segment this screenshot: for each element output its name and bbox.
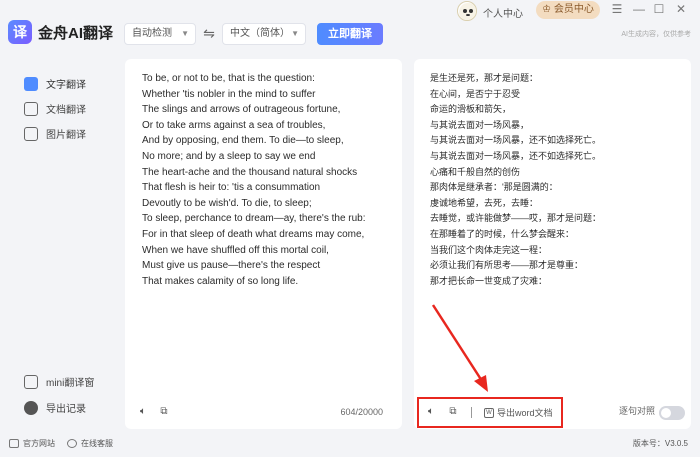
char-counter: 604/20000 bbox=[340, 407, 383, 417]
text-line: 是生还是死，那才是问题： bbox=[430, 73, 539, 83]
text-line: 那才把长命一世变成了灾难： bbox=[430, 275, 548, 286]
sidebar-item-text-translate[interactable]: 文字翻译 bbox=[24, 76, 86, 91]
text-line: To sleep, perchance to dream—ay, there's… bbox=[142, 213, 366, 225]
text-line: 命运的滑板和箭矢， bbox=[430, 104, 512, 115]
sidebar-item-mini-window[interactable]: mini翻译窗 bbox=[24, 374, 94, 389]
official-site-link[interactable]: 官方网站 bbox=[9, 438, 55, 449]
target-language-value: 中文（简体） bbox=[230, 28, 290, 39]
text-line: 虔诚地希望，去死，去睡： bbox=[430, 197, 539, 208]
sidebar-item-label: 文字翻译 bbox=[46, 80, 86, 91]
text-line: Whether 'tis nobler in the mind to suffe… bbox=[142, 88, 316, 100]
annotation-highlight-box bbox=[417, 397, 563, 428]
monitor-icon bbox=[9, 439, 19, 448]
text-line: 与其说去面对一场风暴，还不如选择死亡。 bbox=[430, 150, 602, 161]
text-line: That flesh is heir to: 'tis a consummati… bbox=[142, 182, 321, 194]
footer: 官方网站 在线客服 版本号：V3.0.5 bbox=[0, 430, 700, 457]
document-icon bbox=[24, 101, 38, 116]
text-line: To be, or not to be, that is the questio… bbox=[142, 73, 315, 84]
text-line: 当我们这个肉体走完这一程： bbox=[430, 244, 548, 255]
translated-text-panel: 是生还是死，那才是问题： 在心间，是否宁于忍受 命运的滑板和箭矢， 与其说去面对… bbox=[414, 59, 691, 429]
target-language-select[interactable]: 中文（简体） ▼ bbox=[222, 23, 306, 45]
avatar[interactable] bbox=[457, 1, 477, 21]
sidebar-item-document-translate[interactable]: 文档翻译 bbox=[24, 101, 86, 116]
source-language-select[interactable]: 自动检测 ▼ bbox=[124, 23, 196, 45]
text-line: That makes calamity of so long life. bbox=[142, 275, 299, 287]
sidebar-item-label: mini翻译窗 bbox=[46, 378, 95, 389]
official-site-label: 官方网站 bbox=[23, 439, 55, 448]
translate-now-button[interactable]: 立即翻译 bbox=[317, 23, 383, 45]
chevron-down-icon: ▼ bbox=[181, 29, 189, 38]
source-language-value: 自动检测 bbox=[132, 28, 172, 39]
minimize-icon[interactable]: — bbox=[632, 2, 646, 16]
member-center-label: 会员中心 bbox=[553, 4, 594, 15]
chevron-down-icon: ▼ bbox=[291, 29, 299, 38]
sidebar-item-label: 导出记录 bbox=[46, 404, 86, 415]
app-name: 金舟AI翻译 bbox=[38, 24, 114, 42]
maximize-icon[interactable]: ☐ bbox=[652, 2, 666, 16]
source-text-area[interactable]: To be, or not to be, that is the questio… bbox=[142, 71, 366, 289]
sentence-compare-label: 逐句对照 bbox=[619, 406, 656, 416]
source-text-panel[interactable]: To be, or not to be, that is the questio… bbox=[125, 59, 402, 429]
text-line: No more; and by a sleep to say we end bbox=[142, 150, 316, 162]
text-line: The slings and arrows of outrageous fort… bbox=[142, 104, 341, 116]
ai-notice: AI生成内容，仅供参考 bbox=[621, 31, 691, 38]
online-service-label: 在线客服 bbox=[81, 439, 113, 448]
text-line: Devoutly to be wish'd. To die, to sleep; bbox=[142, 197, 312, 209]
sentence-compare-toggle[interactable] bbox=[659, 406, 685, 420]
menu-icon[interactable]: ☰ bbox=[610, 2, 624, 16]
sidebar-item-export-records[interactable]: 导出记录 bbox=[24, 400, 86, 415]
text-line: 去睡觉，或许能做梦——哎，那才是问题： bbox=[430, 213, 602, 224]
title-bar: 译 金舟AI翻译 自动检测 ▼ ⇋ 中文（简体） ▼ 立即翻译 个人中心 ♔ 会… bbox=[0, 0, 700, 50]
text-line: 与其说去面对一场风暴，还不如选择死亡。 bbox=[430, 135, 602, 146]
copy-icon[interactable]: ⧉ bbox=[158, 406, 170, 418]
sidebar-item-image-translate[interactable]: 图片翻译 bbox=[24, 126, 86, 141]
text-translate-icon bbox=[24, 76, 38, 91]
text-line: And by opposing, end them. To die—to sle… bbox=[142, 135, 344, 147]
sidebar: 文字翻译 文档翻译 图片翻译 mini翻译窗 导出记录 bbox=[0, 50, 112, 430]
swap-arrows-icon[interactable]: ⇋ bbox=[201, 24, 217, 42]
text-line: The heart-ache and the thousand natural … bbox=[142, 166, 358, 178]
text-line: 必须让我们有所思考——那才是尊重： bbox=[430, 260, 584, 271]
sidebar-item-label: 文档翻译 bbox=[46, 105, 86, 116]
translated-text-area: 是生还是死，那才是问题： 在心间，是否宁于忍受 命运的滑板和箭矢， 与其说去面对… bbox=[430, 71, 601, 289]
text-line: 在那睡着了的时候，什么梦会醒来： bbox=[430, 228, 575, 239]
speaker-icon[interactable]: 🔈︎ bbox=[137, 406, 149, 418]
member-center-button[interactable]: ♔ 会员中心 bbox=[536, 1, 600, 19]
text-line: 在心间，是否宁于忍受 bbox=[430, 88, 521, 99]
text-line: 心痛和千般自然的创伤 bbox=[430, 166, 521, 177]
text-line: 与其说去面对一场风暴， bbox=[430, 119, 530, 130]
close-icon[interactable]: ✕ bbox=[674, 2, 688, 16]
image-icon bbox=[24, 126, 38, 141]
mini-window-icon bbox=[24, 374, 38, 389]
crown-icon: ♔ bbox=[542, 4, 552, 15]
online-service-link[interactable]: 在线客服 bbox=[67, 438, 113, 449]
text-line: When we have shuffled off this mortal co… bbox=[142, 244, 329, 256]
user-center-link[interactable]: 个人中心 bbox=[483, 5, 523, 20]
text-line: For in that sleep of death what dreams m… bbox=[142, 228, 365, 240]
text-line: Must give us pause—there's the respect bbox=[142, 260, 321, 272]
headset-icon bbox=[67, 439, 77, 448]
app-logo: 译 金舟AI翻译 bbox=[8, 20, 113, 44]
text-line: Or to take arms against a sea of trouble… bbox=[142, 119, 326, 131]
clock-icon bbox=[24, 400, 38, 415]
sidebar-item-label: 图片翻译 bbox=[46, 130, 86, 141]
version-label: 版本号：V3.0.5 bbox=[632, 439, 688, 448]
text-line: 那肉体是继承者：'那是圆满的： bbox=[430, 182, 558, 193]
logo-icon: 译 bbox=[8, 20, 32, 44]
